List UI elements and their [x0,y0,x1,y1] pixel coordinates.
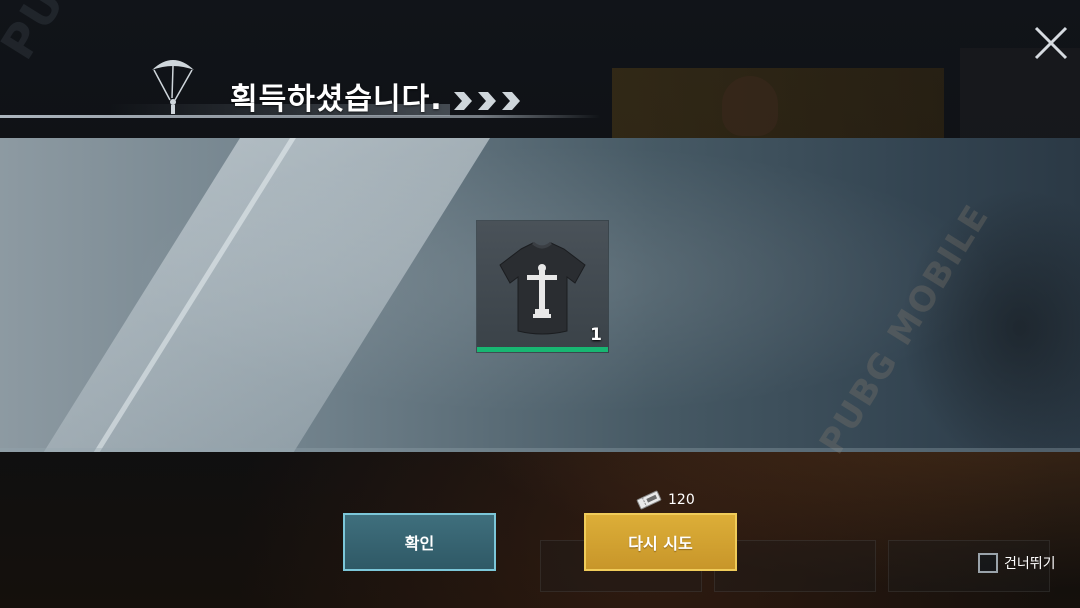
page-title: 획득하셨습니다. [230,82,443,117]
confirm-button[interactable]: 확인 [343,513,496,571]
skip-toggle[interactable]: 건너뛰기 [978,553,1056,573]
retry-button-label: 다시 시도 [628,534,693,553]
retry-button[interactable]: 다시 시도 [584,513,737,571]
skip-label: 건너뛰기 [1004,556,1056,572]
banner-bottom-edge [0,448,1080,452]
chevrons-right-icon [454,92,520,110]
reward-screen: 획득하셨습니다. PUBG MOBILE PUBG MOBILE 1 [0,0,1080,608]
retry-cost-value: 120 [668,492,695,508]
close-icon[interactable] [1030,22,1072,64]
item-rarity-bar [477,347,608,352]
background-event-poster [612,68,944,142]
item-count: 1 [590,325,602,345]
tshirt-icon [499,241,586,335]
retry-cost: 120 [636,490,695,510]
confirm-button-label: 확인 [404,534,435,553]
skip-checkbox[interactable] [978,553,998,573]
parachute-icon [152,60,194,114]
reward-item-card[interactable]: 1 [477,221,608,352]
ticket-icon [636,490,662,510]
